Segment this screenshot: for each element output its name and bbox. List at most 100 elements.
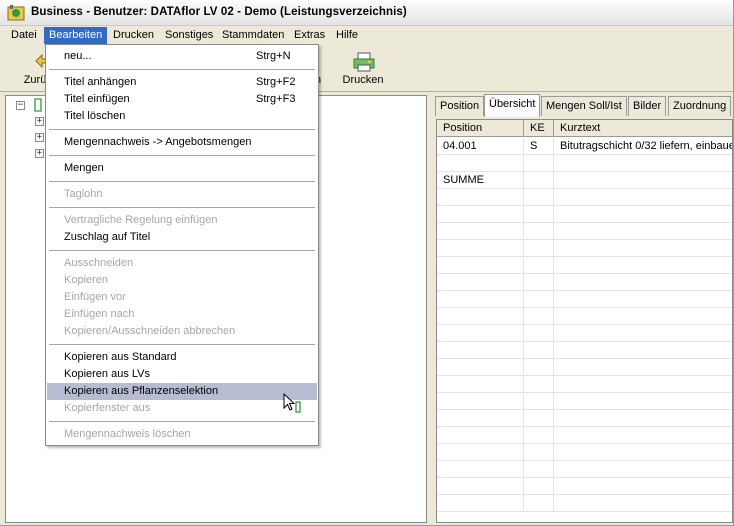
tree-expand-icon[interactable]: +	[35, 133, 44, 142]
tree-collapse-icon[interactable]: −	[16, 101, 25, 110]
menu-item[interactable]: neu... Strg+N	[47, 48, 317, 65]
table-cell	[437, 223, 524, 240]
menu-item[interactable]: Titel löschen	[47, 108, 317, 125]
menu-item: Kopieren	[47, 272, 317, 289]
table-cell	[437, 495, 524, 512]
table-cell	[437, 155, 524, 172]
table-cell	[437, 359, 524, 376]
table-row[interactable]	[437, 308, 732, 325]
table-cell	[554, 189, 732, 206]
table-cell	[437, 291, 524, 308]
tab-position[interactable]: Position	[435, 96, 485, 116]
table-row[interactable]: SUMME	[437, 172, 732, 189]
table-cell	[554, 155, 732, 172]
table-row[interactable]	[437, 325, 732, 342]
table-cell	[554, 359, 732, 376]
table-cell	[524, 189, 554, 206]
menu-item[interactable]: Titel einfügen Strg+F3	[47, 91, 317, 108]
menu-separator	[49, 344, 315, 345]
table-cell	[524, 376, 554, 393]
menu-datei[interactable]: Datei	[6, 27, 42, 44]
table-cell	[524, 274, 554, 291]
table-row[interactable]	[437, 223, 732, 240]
table-row[interactable]	[437, 240, 732, 257]
menu-item[interactable]: Mengen	[47, 160, 317, 177]
printer-icon	[353, 52, 375, 72]
table-cell	[437, 206, 524, 223]
tab-mengen-soll-ist[interactable]: Mengen Soll/Ist	[541, 96, 627, 116]
table-cell	[524, 461, 554, 478]
column-header-kurztext[interactable]: Kurztext	[554, 120, 732, 137]
menu-item[interactable]: Mengennachweis -> Angebotsmengen	[47, 134, 317, 151]
menu-item-label: Titel löschen	[64, 110, 126, 122]
menu-item-label: Einfügen nach	[64, 308, 135, 320]
menu-drucken[interactable]: Drucken	[108, 27, 159, 44]
column-header-position[interactable]: Position	[437, 120, 524, 137]
table-cell	[437, 376, 524, 393]
menu-item[interactable]: Titel anhängen Strg+F2	[47, 74, 317, 91]
tab-zuordnung[interactable]: Zuordnung	[668, 96, 732, 116]
menu-extras[interactable]: Extras	[289, 27, 330, 44]
table-cell	[554, 240, 732, 257]
table-cell	[524, 206, 554, 223]
app-logo-icon	[7, 5, 25, 21]
table-row[interactable]	[437, 495, 732, 512]
menu-item-shortcut: Strg+N	[256, 50, 291, 62]
table-row[interactable]: 04.001 S Bitutragschicht 0/32 liefern, ein…	[437, 138, 733, 155]
table-row[interactable]	[437, 274, 732, 291]
table-row[interactable]	[437, 461, 732, 478]
tab-bilder[interactable]: Bilder	[628, 96, 667, 116]
table-row[interactable]	[437, 376, 732, 393]
tab-uebersicht[interactable]: Übersicht	[484, 94, 541, 117]
tree-expand-icon[interactable]: +	[35, 117, 44, 126]
menu-separator	[49, 250, 315, 251]
overview-grid[interactable]: Position KE Kurztext 04.001 S Bitutragschi…	[436, 119, 733, 523]
menu-sonstiges[interactable]: Sonstiges	[160, 27, 218, 44]
menu-bearbeiten[interactable]: Bearbeiten	[44, 27, 108, 44]
table-cell	[554, 427, 732, 444]
menu-item[interactable]: Kopieren aus Standard	[47, 349, 317, 366]
menu-item-label: Kopieren aus LVs	[64, 368, 151, 380]
menu-item-label: Kopieren	[64, 274, 109, 286]
table-cell	[437, 308, 524, 325]
table-row[interactable]	[437, 444, 732, 461]
print-button[interactable]: Drucken	[337, 50, 389, 90]
table-row[interactable]	[437, 393, 732, 410]
table-row[interactable]	[437, 189, 732, 206]
table-cell	[554, 274, 732, 291]
menu-item-label: Mengen	[64, 162, 104, 174]
menu-item[interactable]: Kopieren aus LVs	[47, 366, 317, 383]
menu-item: Kopierfenster aus	[47, 400, 317, 417]
menu-item-label: Mengennachweis -> Angebotsmengen	[64, 136, 252, 148]
column-header-ke[interactable]: KE	[524, 120, 554, 137]
table-cell	[437, 274, 524, 291]
table-row[interactable]	[437, 206, 732, 223]
table-cell	[554, 393, 732, 410]
table-row[interactable]	[437, 427, 732, 444]
menu-item[interactable]: Zuschlag auf Titel	[47, 229, 317, 246]
mouse-cursor-icon	[283, 393, 301, 413]
tree-expand-icon[interactable]: +	[35, 149, 44, 158]
menu-separator	[49, 421, 315, 422]
menu-item-label: Titel einfügen	[64, 93, 130, 105]
table-cell	[554, 342, 732, 359]
table-row[interactable]	[437, 359, 732, 376]
bearbeiten-menu: neu... Strg+N Titel anhängen Strg+F2 Titel e…	[45, 44, 319, 446]
menu-hilfe[interactable]: Hilfe	[331, 27, 363, 44]
table-row[interactable]	[437, 410, 732, 427]
table-cell	[554, 291, 732, 308]
table-cell	[437, 189, 524, 206]
menu-item-label: Kopierfenster aus	[64, 402, 151, 414]
title-bar[interactable]: Business - Benutzer: DATAflor LV 02 - De…	[0, 0, 733, 26]
table-row[interactable]	[437, 155, 732, 172]
table-row[interactable]	[437, 291, 732, 308]
table-row[interactable]	[437, 342, 732, 359]
table-row[interactable]	[437, 257, 732, 274]
menu-item[interactable]: Kopieren aus Pflanzenselektion	[47, 383, 317, 400]
table-row[interactable]	[437, 478, 732, 495]
table-cell	[524, 478, 554, 495]
table-cell	[554, 172, 732, 189]
table-cell: Bitutragschicht 0/32 liefern, einbauen	[560, 140, 733, 152]
table-cell	[524, 308, 554, 325]
menu-stammdaten[interactable]: Stammdaten	[217, 27, 289, 44]
